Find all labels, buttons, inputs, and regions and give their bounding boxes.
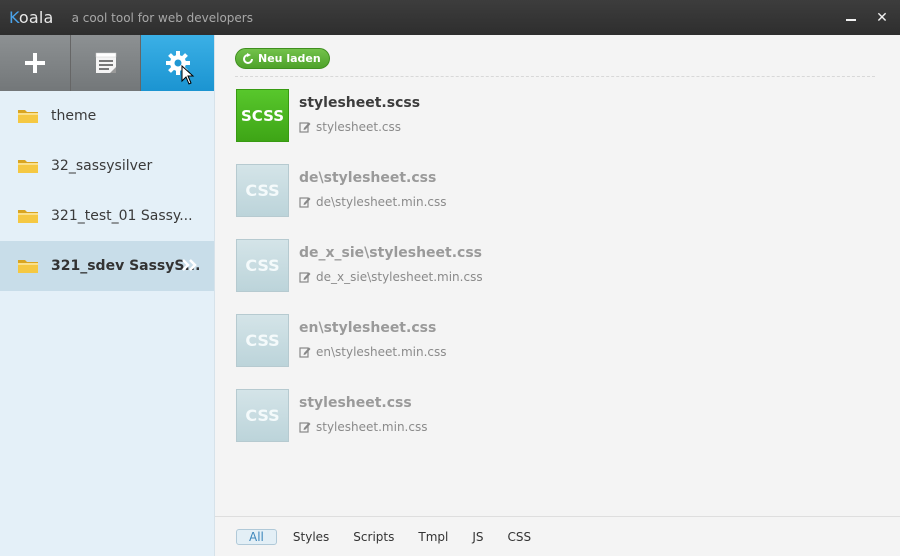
output-path[interactable]: de\stylesheet.min.css bbox=[299, 195, 447, 209]
output-path[interactable]: de_x_sie\stylesheet.min.css bbox=[299, 270, 483, 284]
app-tagline: a cool tool for web developers bbox=[71, 10, 253, 25]
refresh-label: Neu laden bbox=[258, 52, 321, 65]
sidebar: theme 32_sassysilver 321_test_01 Sassy..… bbox=[0, 35, 215, 556]
main-panel: Neu laden SCSS stylesheet.scss styleshee… bbox=[215, 35, 900, 516]
log-icon bbox=[95, 52, 116, 73]
add-project-button[interactable] bbox=[0, 35, 71, 91]
plus-icon bbox=[24, 53, 45, 73]
output-path-label: en\stylesheet.min.css bbox=[316, 345, 447, 359]
output-path-label: de\stylesheet.min.css bbox=[316, 195, 447, 209]
app-title: Koala bbox=[9, 8, 54, 27]
filter-styles[interactable]: Styles bbox=[293, 529, 329, 545]
filter-bar: All Styles Scripts Tmpl JS CSS bbox=[215, 516, 900, 556]
file-type-badge: CSS bbox=[236, 389, 289, 442]
file-item[interactable]: CSS de_x_sie\stylesheet.css de_x_sie\sty… bbox=[236, 239, 836, 293]
project-label: theme bbox=[51, 108, 97, 124]
close-button[interactable]: ✕ bbox=[867, 0, 897, 35]
filter-tmpl[interactable]: Tmpl bbox=[418, 529, 448, 545]
filter-css[interactable]: CSS bbox=[508, 529, 532, 545]
edit-icon bbox=[299, 197, 311, 208]
file-name: en\stylesheet.css bbox=[299, 320, 437, 336]
file-item[interactable]: CSS de\stylesheet.css de\stylesheet.min.… bbox=[236, 164, 836, 218]
edit-icon bbox=[299, 347, 311, 358]
file-item[interactable]: SCSS stylesheet.scss stylesheet.css bbox=[236, 89, 836, 143]
project-label: 321_sdev SassyS... bbox=[51, 258, 201, 274]
mouse-cursor-icon bbox=[181, 65, 195, 85]
file-type-badge: SCSS bbox=[236, 89, 289, 142]
edit-icon bbox=[299, 122, 311, 133]
output-path[interactable]: stylesheet.css bbox=[299, 120, 401, 134]
file-type-badge: CSS bbox=[236, 239, 289, 292]
file-item[interactable]: CSS stylesheet.css stylesheet.min.css bbox=[236, 389, 836, 443]
edit-icon bbox=[299, 272, 311, 283]
folder-icon bbox=[18, 110, 38, 123]
divider bbox=[235, 76, 875, 77]
refresh-button[interactable]: Neu laden bbox=[235, 48, 330, 69]
filter-all[interactable]: All bbox=[236, 528, 277, 545]
file-name: stylesheet.scss bbox=[299, 95, 421, 111]
file-item[interactable]: CSS en\stylesheet.css en\stylesheet.min.… bbox=[236, 314, 836, 368]
refresh-icon bbox=[243, 52, 253, 64]
log-button[interactable] bbox=[70, 35, 142, 91]
output-path[interactable]: stylesheet.min.css bbox=[299, 420, 427, 434]
minimize-icon bbox=[846, 18, 856, 21]
folder-icon bbox=[18, 260, 38, 273]
title-bar: Koala a cool tool for web developers ✕ bbox=[0, 0, 900, 35]
file-name: de\stylesheet.css bbox=[299, 170, 437, 186]
close-icon: ✕ bbox=[876, 9, 888, 26]
project-item[interactable]: 321_test_01 Sassy... bbox=[0, 191, 214, 241]
minimize-button[interactable] bbox=[836, 0, 866, 35]
file-name: stylesheet.css bbox=[299, 395, 412, 411]
output-path-label: de_x_sie\stylesheet.min.css bbox=[316, 270, 483, 284]
edit-icon bbox=[299, 422, 311, 433]
output-path-label: stylesheet.css bbox=[316, 120, 402, 134]
double-chevron-right-icon bbox=[182, 259, 197, 271]
project-item[interactable]: 32_sassysilver bbox=[0, 141, 214, 191]
project-label: 32_sassysilver bbox=[51, 158, 153, 174]
settings-button[interactable] bbox=[141, 35, 214, 91]
folder-icon bbox=[18, 210, 38, 223]
output-path[interactable]: en\stylesheet.min.css bbox=[299, 345, 447, 359]
file-type-badge: CSS bbox=[236, 314, 289, 367]
output-path-label: stylesheet.min.css bbox=[316, 420, 428, 434]
filter-js[interactable]: JS bbox=[472, 529, 483, 545]
file-name: de_x_sie\stylesheet.css bbox=[299, 245, 482, 261]
project-label: 321_test_01 Sassy... bbox=[51, 208, 193, 224]
file-type-badge: CSS bbox=[236, 164, 289, 217]
sidebar-toolbar bbox=[0, 35, 214, 91]
filter-scripts[interactable]: Scripts bbox=[353, 529, 394, 545]
project-item[interactable]: theme bbox=[0, 91, 214, 141]
folder-icon bbox=[18, 160, 38, 173]
project-item-selected[interactable]: 321_sdev SassyS... bbox=[0, 241, 214, 291]
